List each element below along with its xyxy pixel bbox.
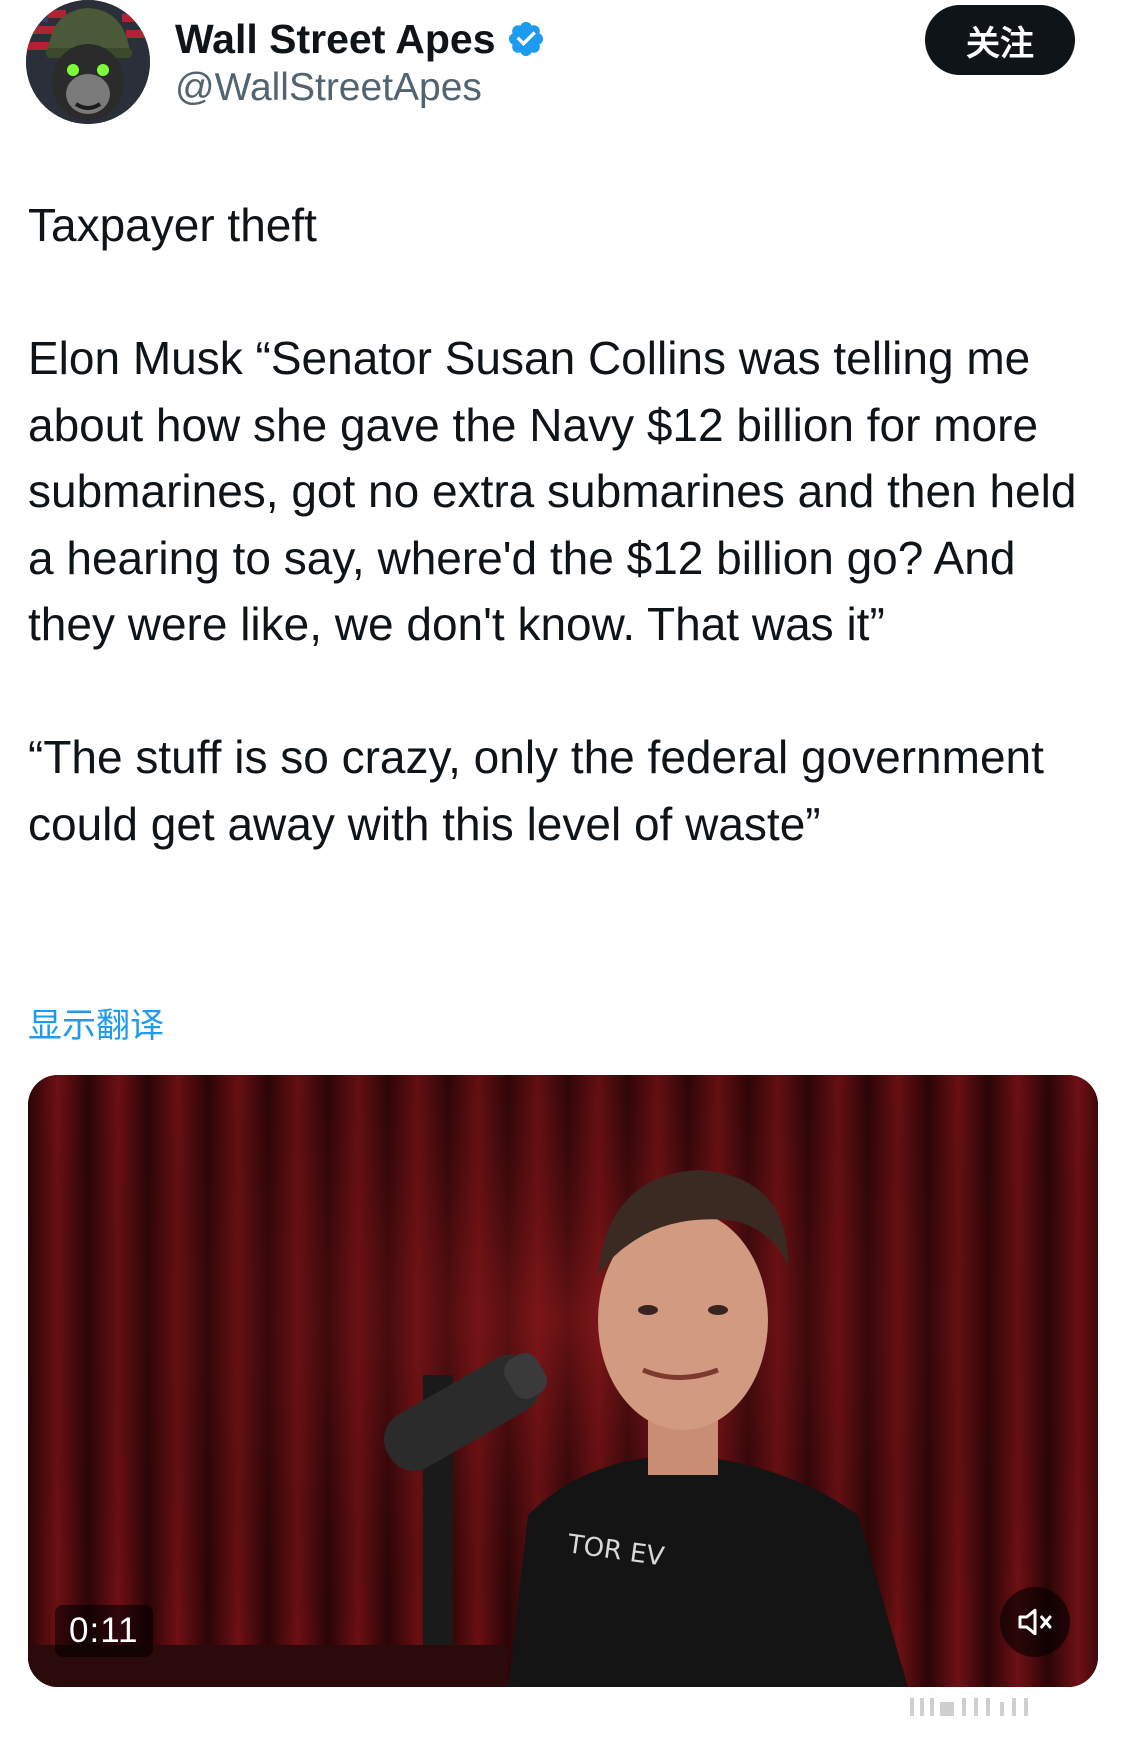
watermark: [910, 1698, 1028, 1716]
speaker-muted-icon: [1018, 1608, 1052, 1636]
author-display-name[interactable]: Wall Street Apes: [175, 16, 496, 63]
video-frame: TOR EV: [28, 1075, 1098, 1687]
tweet-paragraph: Elon Musk “Senator Susan Collins was tel…: [28, 332, 1090, 650]
author-handle[interactable]: @WallStreetApes: [175, 66, 482, 110]
display-name-row: Wall Street Apes: [175, 14, 546, 64]
tweet-header: Wall Street Apes @WallStreetApes 关注: [0, 0, 1125, 140]
ape-soldier-avatar-icon: [26, 0, 150, 124]
video-player[interactable]: TOR EV 0:11: [28, 1075, 1098, 1687]
video-duration: 0:11: [55, 1605, 153, 1657]
verified-badge-icon: [508, 21, 543, 57]
author-avatar[interactable]: [26, 0, 150, 124]
tweet-paragraph: “The stuff is so crazy, only the federal…: [28, 731, 1057, 850]
tweet-paragraph: Taxpayer theft: [28, 199, 317, 251]
tweet-text: Taxpayer theft Elon Musk “Senator Susan …: [28, 192, 1108, 857]
follow-button[interactable]: 关注: [925, 5, 1075, 75]
show-translation-link[interactable]: 显示翻译: [28, 998, 164, 1047]
mute-button[interactable]: [1000, 1587, 1070, 1657]
